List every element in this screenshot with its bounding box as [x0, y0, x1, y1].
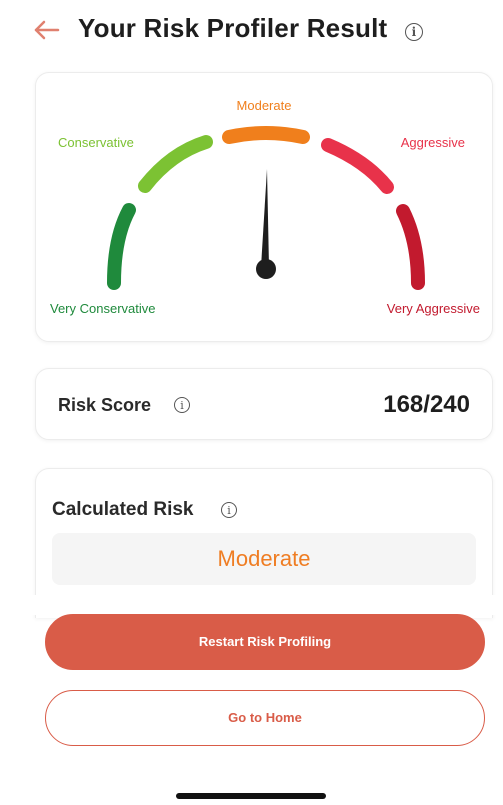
gauge-segment-conservative	[138, 135, 213, 193]
gauge-label-moderate: Moderate	[237, 98, 292, 113]
gauge-segment-very-aggressive	[396, 204, 425, 290]
go-to-home-button[interactable]: Go to Home	[45, 690, 485, 746]
home-indicator[interactable]	[176, 793, 326, 799]
gauge-label-very-conservative: Very Conservative	[50, 301, 156, 316]
scroll-fade	[0, 595, 503, 615]
info-icon[interactable]: i	[405, 23, 423, 41]
risk-gauge: Moderate Conservative Aggressive Very Co…	[50, 98, 480, 316]
gauge-segment-moderate	[222, 126, 310, 144]
risk-score-card: Risk Score i 168/240	[35, 368, 493, 440]
gauge-needle-pivot	[256, 259, 276, 279]
calculated-risk-label: Calculated Risk	[52, 499, 194, 520]
risk-score-label: Risk Score	[58, 395, 152, 415]
page-title-text: Your Risk Profiler Result	[78, 13, 388, 43]
back-arrow-icon[interactable]	[30, 14, 62, 46]
header: Your Risk Profiler Result i	[0, 0, 503, 62]
page-title: Your Risk Profiler Result i	[78, 13, 423, 44]
gauge-needle	[261, 169, 269, 267]
restart-risk-profiling-button[interactable]: Restart Risk Profiling	[45, 614, 485, 670]
gauge-label-aggressive: Aggressive	[401, 135, 465, 150]
risk-score-info-icon[interactable]: i	[174, 397, 190, 413]
gauge-segment-very-conservative	[107, 203, 136, 290]
risk-gauge-card: Moderate Conservative Aggressive Very Co…	[35, 72, 493, 342]
gauge-label-conservative: Conservative	[58, 135, 134, 150]
calculated-risk-value: Moderate	[217, 546, 311, 571]
risk-score-value: 168/240	[383, 391, 470, 418]
calculated-risk-box: Moderate	[52, 533, 476, 585]
calculated-risk-info-icon[interactable]: i	[221, 502, 237, 518]
gauge-segment-aggressive	[321, 138, 394, 194]
gauge-label-very-aggressive: Very Aggressive	[387, 301, 480, 316]
